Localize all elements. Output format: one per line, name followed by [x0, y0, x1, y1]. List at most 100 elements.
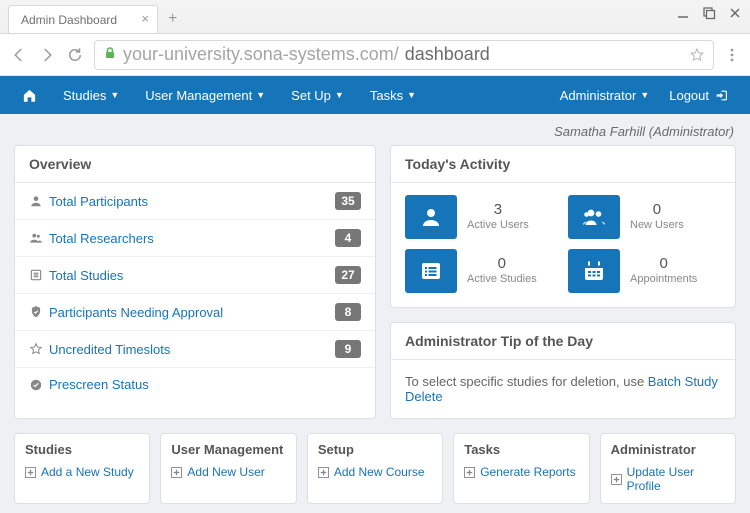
page: Studies▼ User Management▼ Set Up▼ Tasks▼… [0, 76, 750, 513]
overview-item-prescreen[interactable]: Prescreen Status [15, 368, 375, 401]
nav-home[interactable] [12, 76, 47, 114]
minimize-icon[interactable] [676, 6, 690, 20]
overview-item-studies[interactable]: Total Studies 27 [15, 257, 375, 294]
card-link-label: Add New Course [334, 465, 425, 479]
nav-studies[interactable]: Studies▼ [53, 76, 129, 114]
card-link[interactable]: Update User Profile [611, 465, 725, 493]
card-link-label: Generate Reports [480, 465, 575, 479]
tip-title: Administrator Tip of the Day [391, 323, 735, 360]
card-title: Studies [25, 442, 139, 457]
logout-icon [715, 89, 728, 102]
browser-menu-icon[interactable] [724, 47, 740, 63]
check-circle-icon [29, 378, 49, 392]
overview-link[interactable]: Prescreen Status [49, 377, 149, 392]
nav-usermgmt-label: User Management [145, 88, 252, 103]
overview-item-uncredited[interactable]: Uncredited Timeslots 9 [15, 331, 375, 368]
forward-button[interactable] [38, 46, 56, 64]
list-icon [29, 268, 49, 282]
card-link[interactable]: Add New User [171, 465, 285, 479]
card-title: Tasks [464, 442, 578, 457]
activity-number: 3 [467, 201, 529, 219]
close-window-icon[interactable] [728, 6, 742, 20]
plus-square-icon [611, 474, 622, 485]
list-alt-icon [405, 249, 457, 293]
count-badge: 27 [335, 266, 361, 284]
plus-square-icon [318, 467, 329, 478]
user-identity: Samatha Farhill (Administrator) [0, 114, 750, 145]
caret-down-icon: ▼ [640, 90, 649, 100]
maximize-icon[interactable] [702, 6, 716, 20]
bookmark-star-icon[interactable] [689, 47, 705, 63]
users-icon [568, 195, 620, 239]
activity-active-studies[interactable]: 0Active Studies [405, 249, 558, 293]
nav-setup[interactable]: Set Up ▼ [281, 76, 354, 114]
top-nav: Studies▼ User Management ▼ Set Up ▼ Tasks▼… [0, 76, 750, 114]
url-host: your-university.sona-systems.com/ [123, 44, 399, 65]
activity-new-users[interactable]: 0New Users [568, 195, 721, 239]
card-link[interactable]: Add a New Study [25, 465, 139, 479]
reload-button[interactable] [66, 46, 84, 64]
overview-title: Overview [15, 146, 375, 183]
shortcut-cards: Studies Add a New Study User Management … [0, 419, 750, 513]
card-tasks: Tasks Generate Reports [453, 433, 589, 504]
caret-down-icon: ▼ [335, 90, 344, 100]
tab-title: Admin Dashboard [21, 13, 117, 27]
nav-setup-label: Set Up [291, 88, 331, 103]
activity-number: 0 [467, 255, 537, 273]
activity-active-users[interactable]: 3Active Users [405, 195, 558, 239]
new-tab-button[interactable]: + [168, 5, 177, 33]
activity-number: 0 [630, 255, 697, 273]
card-title: Setup [318, 442, 432, 457]
activity-label: Active Studies [467, 273, 537, 285]
clipboard-check-icon [29, 305, 49, 319]
nav-tasks[interactable]: Tasks▼ [360, 76, 426, 114]
overview-link[interactable]: Total Studies [49, 268, 123, 283]
plus-square-icon [171, 467, 182, 478]
calendar-icon [568, 249, 620, 293]
nav-administrator[interactable]: Administrator▼ [550, 76, 660, 114]
plus-square-icon [464, 467, 475, 478]
overview-item-approval[interactable]: Participants Needing Approval 8 [15, 294, 375, 331]
lock-icon [103, 44, 117, 65]
card-user-management: User Management Add New User [160, 433, 296, 504]
overview-item-participants[interactable]: Total Participants 35 [15, 183, 375, 220]
address-bar[interactable]: your-university.sona-systems.com/dashboa… [94, 40, 714, 70]
caret-down-icon: ▼ [407, 90, 416, 100]
count-badge: 4 [335, 229, 361, 247]
nav-logout[interactable]: Logout [659, 76, 738, 114]
activity-appointments[interactable]: 0Appointments [568, 249, 721, 293]
tip-text: To select specific studies for deletion,… [405, 374, 648, 389]
browser-chrome: Admin Dashboard × + your-university.sona… [0, 0, 750, 76]
card-link-label: Add New User [187, 465, 264, 479]
card-setup: Setup Add New Course [307, 433, 443, 504]
overview-link[interactable]: Total Researchers [49, 231, 154, 246]
overview-link[interactable]: Total Participants [49, 194, 148, 209]
overview-link[interactable]: Uncredited Timeslots [49, 342, 170, 357]
activity-number: 0 [630, 201, 684, 219]
count-badge: 8 [335, 303, 361, 321]
card-link-label: Add a New Study [41, 465, 134, 479]
caret-down-icon: ▼ [256, 90, 265, 100]
nav-logout-label: Logout [669, 88, 709, 103]
plus-square-icon [25, 467, 36, 478]
close-tab-icon[interactable]: × [141, 11, 149, 26]
group-icon [29, 231, 49, 245]
tab-strip: Admin Dashboard × + [0, 0, 750, 34]
overview-link[interactable]: Participants Needing Approval [49, 305, 223, 320]
url-path: dashboard [405, 44, 490, 65]
overview-item-researchers[interactable]: Total Researchers 4 [15, 220, 375, 257]
person-icon [29, 194, 49, 208]
card-link[interactable]: Generate Reports [464, 465, 578, 479]
nav-user-management[interactable]: User Management ▼ [135, 76, 275, 114]
nav-admin-label: Administrator [560, 88, 637, 103]
tip-panel: Administrator Tip of the Day To select s… [390, 322, 736, 419]
card-studies: Studies Add a New Study [14, 433, 150, 504]
browser-tab[interactable]: Admin Dashboard × [8, 5, 158, 33]
card-title: Administrator [611, 442, 725, 457]
card-link[interactable]: Add New Course [318, 465, 432, 479]
back-button[interactable] [10, 46, 28, 64]
activity-title: Today's Activity [391, 146, 735, 183]
window-controls [676, 6, 742, 20]
count-badge: 9 [335, 340, 361, 358]
activity-panel: Today's Activity 3Active Users 0New User… [390, 145, 736, 308]
